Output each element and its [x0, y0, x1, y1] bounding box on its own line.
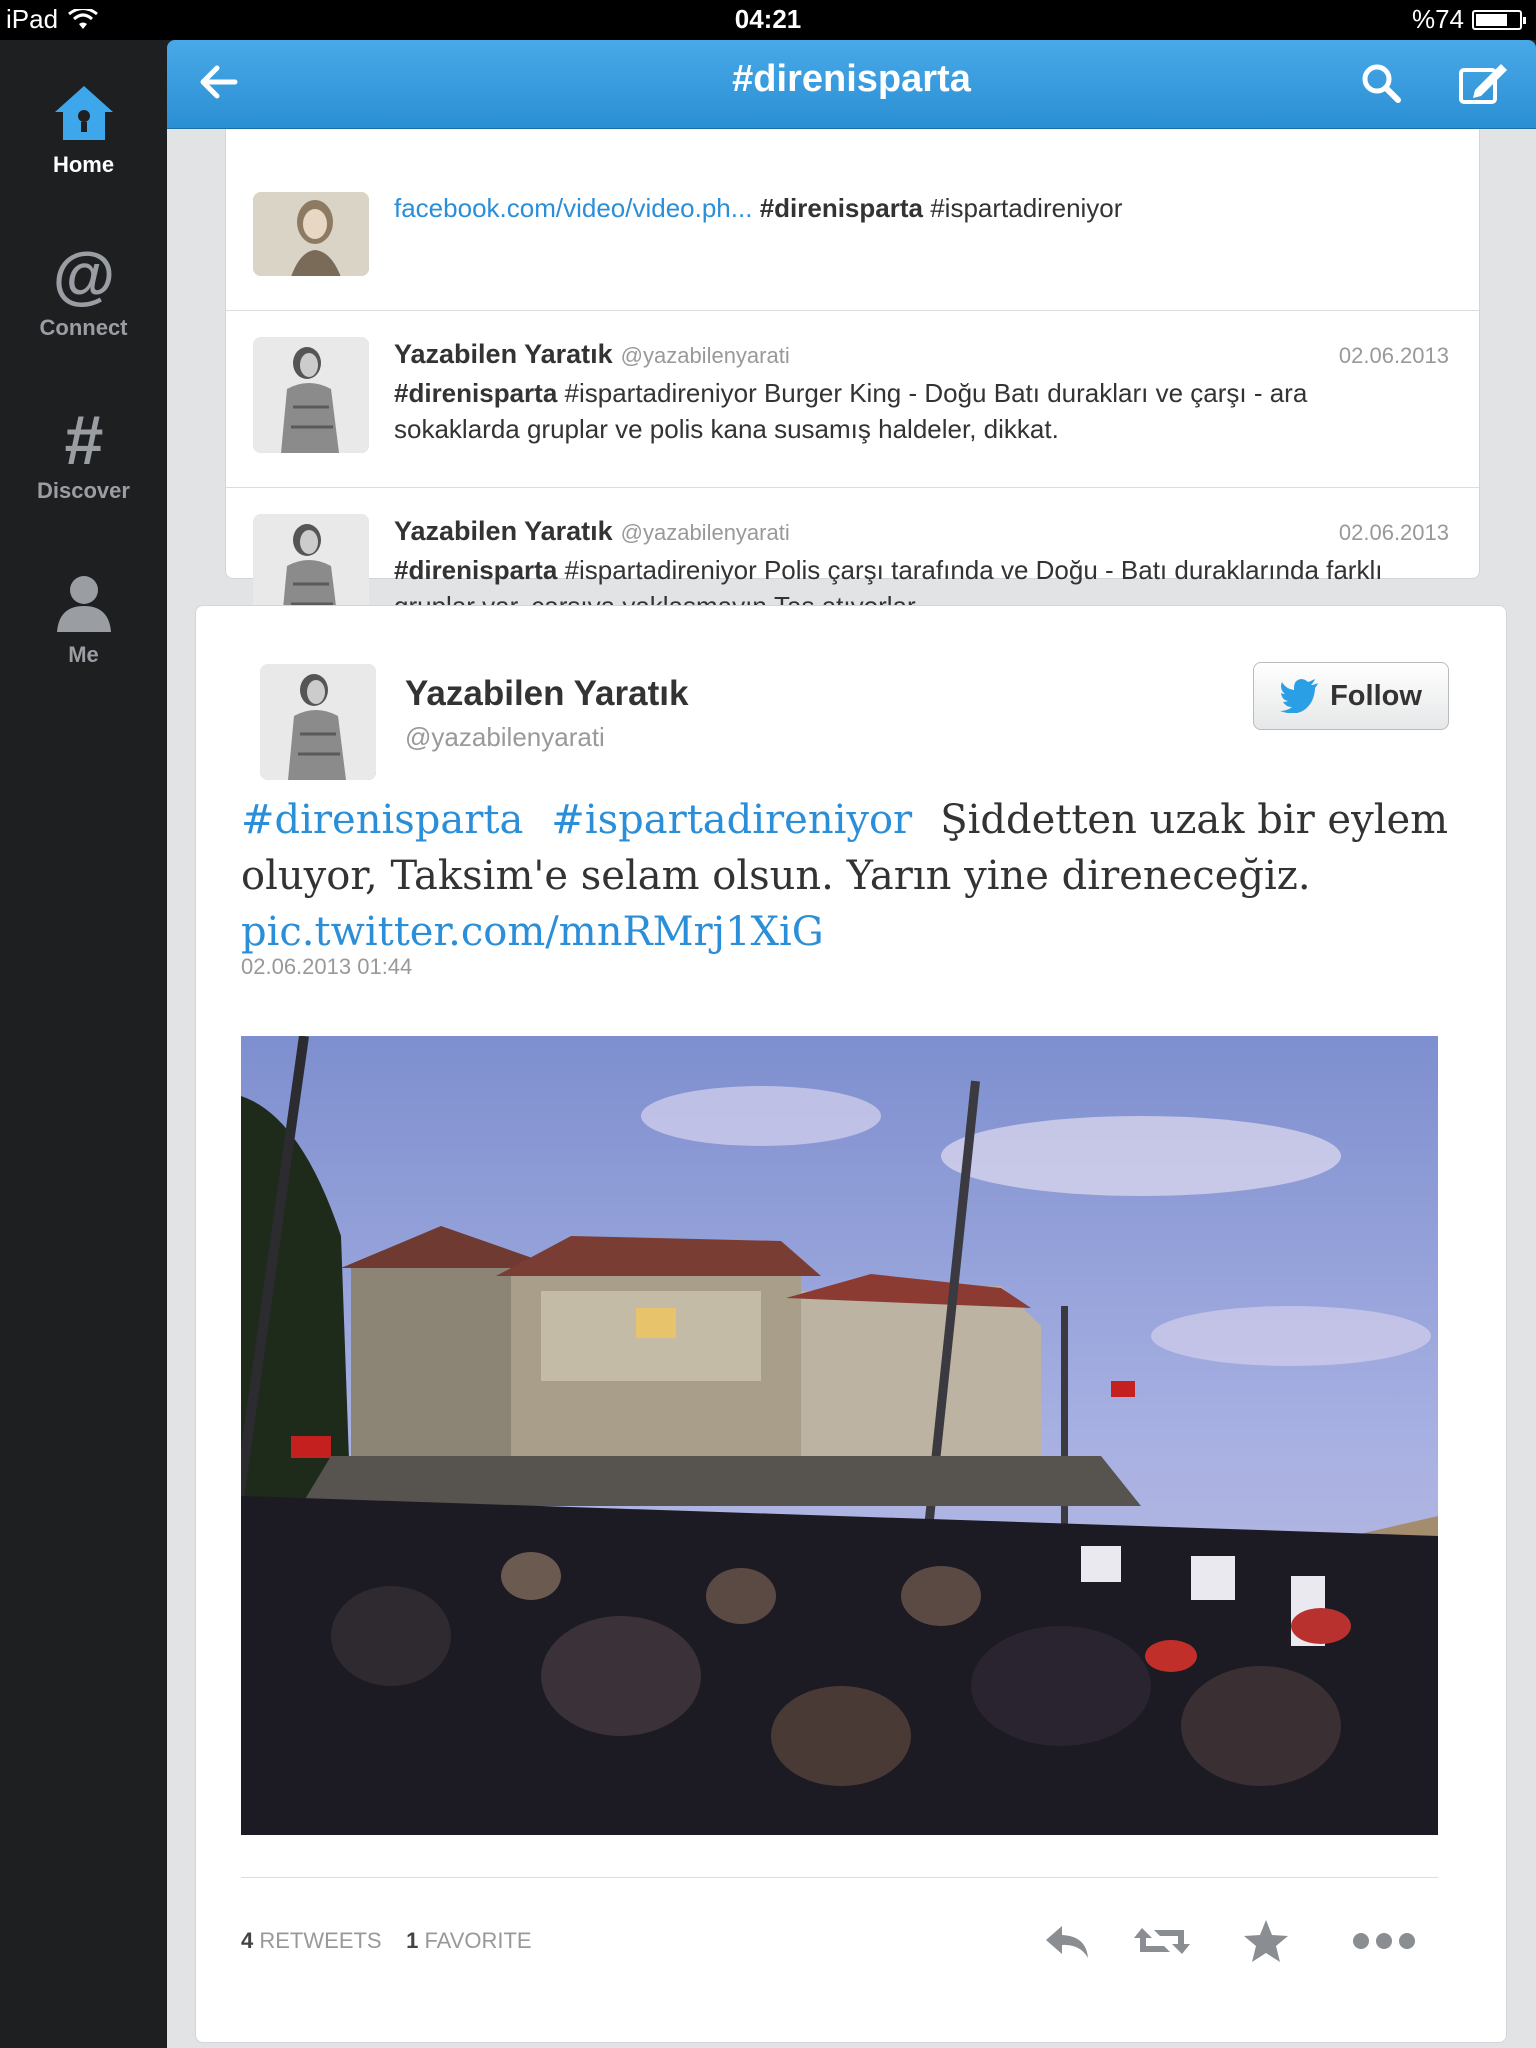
- tweet-author: Yazabilen Yaratık @yazabilenyarati: [394, 339, 790, 370]
- hashtag[interactable]: #ispartadireniyor: [930, 193, 1122, 223]
- sidebar-item-label: Me: [68, 642, 99, 667]
- follow-label: Follow: [1330, 679, 1422, 712]
- status-bar: iPad 04:21 %74: [0, 0, 1536, 40]
- tweet-body-line2: oluyor, Taksim'e selam olsun. Yarın yine…: [241, 853, 1311, 899]
- hashtag-link[interactable]: #ispartadireniyor: [551, 797, 912, 843]
- tweet-date: 02.06.2013: [1338, 343, 1449, 368]
- tweet-timestamp: 02.06.2013 01:44: [241, 954, 413, 979]
- person-icon: [56, 576, 111, 632]
- battery-icon: [1472, 9, 1526, 30]
- sidebar-item-label: Home: [52, 152, 115, 177]
- tweet-text: #direnisparta #ispartadireniyor Şiddetten …: [241, 792, 1471, 960]
- tweet-list[interactable]: facebook.com/video/video.ph... #direnisp…: [225, 129, 1480, 630]
- retweet-label[interactable]: RETWEETS: [259, 1928, 381, 1953]
- tweet-row[interactable]: Yazabilen Yaratık @yazabilenyarati 02.06.…: [226, 487, 1479, 630]
- top-nav-bar: #direnisparta: [167, 40, 1536, 129]
- tweet-photo[interactable]: [241, 1036, 1438, 1835]
- tweet-row[interactable]: Yazabilen Yaratık @yazabilenyarati 02.06.…: [226, 310, 1479, 488]
- reply-icon[interactable]: [1042, 1918, 1092, 1964]
- hash-icon: #: [64, 408, 103, 470]
- list-item[interactable]: facebook.com/video/video.ph... #direnisp…: [226, 129, 1479, 310]
- search-icon[interactable]: [1358, 60, 1404, 106]
- author-handle: @yazabilenyarati: [620, 343, 790, 368]
- retweet-count[interactable]: 4: [241, 1928, 253, 1953]
- hashtag-link[interactable]: #direnisparta: [241, 797, 523, 843]
- author-handle: @yazabilenyarati: [620, 520, 790, 545]
- sidebar-item-discover[interactable]: # Discover: [0, 408, 167, 504]
- sidebar-item-label: Connect: [39, 315, 128, 340]
- hashtag[interactable]: #direnisparta: [394, 378, 557, 408]
- author-handle: @yazabilenyarati: [405, 722, 605, 752]
- sidebar-item-home[interactable]: Home: [0, 82, 167, 178]
- tweet-body-line1: Şiddetten uzak bir eylem: [940, 797, 1449, 843]
- sidebar-item-label: Discover: [37, 478, 130, 503]
- battery-percent: %74: [1411, 4, 1464, 34]
- twitter-bird-icon: [1280, 679, 1319, 713]
- sidebar-item-me[interactable]: Me: [0, 572, 167, 668]
- avatar: [253, 337, 369, 453]
- favorite-label[interactable]: FAVORITE: [424, 1928, 531, 1953]
- author-name: Yazabilen Yaratık: [394, 516, 613, 546]
- follow-button[interactable]: Follow: [1253, 662, 1449, 730]
- author-name[interactable]: Yazabilen Yaratık: [405, 674, 688, 714]
- sidebar: Home @ Connect # Discover Me: [0, 40, 167, 2048]
- favorite-star-icon[interactable]: [1241, 1918, 1291, 1964]
- author-name: Yazabilen Yaratık: [394, 339, 613, 369]
- tweet-text: facebook.com/video/video.ph... #direnisp…: [394, 190, 1434, 226]
- at-icon: @: [52, 245, 114, 307]
- tweet-detail-card: Yazabilen Yaratık @yazabilenyarati Follo…: [195, 605, 1507, 2043]
- avatar: [253, 192, 369, 276]
- hashtag[interactable]: #direnisparta: [394, 555, 557, 585]
- sidebar-item-connect[interactable]: @ Connect: [0, 245, 167, 341]
- divider: [241, 1877, 1438, 1878]
- content-area: facebook.com/video/video.ph... #direnisp…: [167, 129, 1536, 2048]
- status-time: 04:21: [734, 4, 802, 34]
- tweet-link[interactable]: facebook.com/video/video.ph...: [394, 193, 752, 223]
- page-title: #direnisparta: [732, 58, 971, 100]
- svg-text:#: #: [64, 408, 103, 470]
- compose-icon[interactable]: [1457, 60, 1509, 106]
- retweet-icon[interactable]: [1132, 1918, 1192, 1964]
- favorite-count[interactable]: 1: [406, 1928, 418, 1953]
- svg-text:@: @: [52, 245, 114, 307]
- photo-link[interactable]: pic.twitter.com/mnRMrj1XiG: [241, 904, 1471, 960]
- tweet-author: Yazabilen Yaratık @yazabilenyarati: [394, 516, 790, 547]
- tweet-date: 02.06.2013: [1338, 520, 1449, 545]
- hashtag[interactable]: #direnisparta: [760, 193, 923, 223]
- more-icon[interactable]: [1351, 1918, 1417, 1964]
- home-icon: [54, 86, 113, 140]
- avatar[interactable]: [260, 664, 376, 780]
- tweet-stats: 4 RETWEETS 1 FAVORITE: [241, 1928, 532, 1954]
- tweet-text: #direnisparta #ispartadireniyor Burger K…: [394, 375, 1434, 447]
